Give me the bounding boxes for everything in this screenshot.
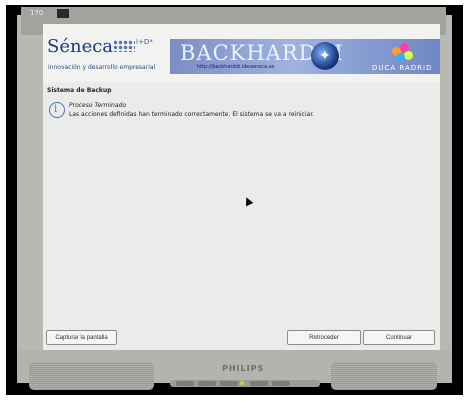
screen: Séneca I+D* innovación y desarrollo empr… xyxy=(43,24,440,350)
orb-logo-icon: ✦ xyxy=(311,42,339,70)
backharddi-banner: BACKHARDDI http://backharddi.ideseneca.e… xyxy=(170,39,440,74)
header: Séneca I+D* innovación y desarrollo empr… xyxy=(43,24,440,82)
seneca-logo-text: Séneca xyxy=(47,36,114,57)
header-corner-chip xyxy=(433,39,440,47)
message-body: Las acciones definidas han terminado cor… xyxy=(69,111,315,118)
back-button[interactable]: Retroceder xyxy=(287,330,361,345)
duca-text: DUCA RADRID xyxy=(372,64,433,72)
monitor-model-label: 170 xyxy=(30,9,44,17)
model-badge-icon xyxy=(57,9,69,18)
monitor-control-button-3[interactable] xyxy=(220,381,238,386)
duca-logo-icon xyxy=(392,43,414,62)
power-led-icon xyxy=(240,381,244,385)
monitor-control-button-5[interactable] xyxy=(272,381,290,386)
seneca-dots-icon xyxy=(113,40,135,52)
section-title: Sistema de Backup xyxy=(47,87,112,94)
monitor-brand: PHILIPS xyxy=(222,364,265,373)
capture-screen-button[interactable]: Capturar la pantalla xyxy=(46,330,117,345)
mouse-cursor-icon xyxy=(242,195,254,207)
seneca-sup-text: I+D* xyxy=(136,38,153,46)
monitor-control-button-2[interactable] xyxy=(198,381,216,386)
continue-button[interactable]: Continuar xyxy=(363,330,435,345)
orb-logo-mark-icon: ✦ xyxy=(319,48,331,64)
info-icon: i xyxy=(49,102,65,118)
message-title: Proceso Terminado xyxy=(69,102,127,109)
banner-url: http://backharddi.ideseneca.es xyxy=(197,64,275,70)
seneca-tagline: innovación y desarrollo empresarial xyxy=(48,64,156,71)
monitor-control-button-4[interactable] xyxy=(250,381,268,386)
right-speaker-grille xyxy=(331,362,437,390)
left-speaker-grille xyxy=(29,362,154,390)
monitor-control-button-1[interactable] xyxy=(176,381,194,386)
